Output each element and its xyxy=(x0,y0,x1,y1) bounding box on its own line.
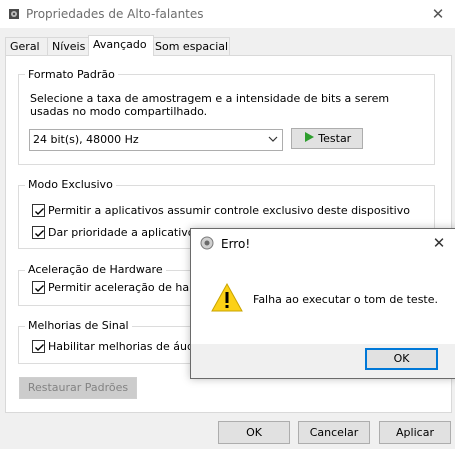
restore-defaults-button[interactable]: Restaurar Padrões xyxy=(19,377,137,399)
window-title: Propriedades de Alto-falantes xyxy=(26,7,204,21)
error-dialog-close-button[interactable]: ✕ xyxy=(427,231,451,255)
tab-geral[interactable]: Geral xyxy=(5,37,48,55)
tab-niveis[interactable]: Níveis xyxy=(47,37,93,55)
test-button-label: Testar xyxy=(318,132,352,145)
exclusive-mode-legend: Modo Exclusivo xyxy=(25,178,116,191)
play-icon xyxy=(303,130,315,149)
default-format-group xyxy=(18,74,435,165)
tab-label: Níveis xyxy=(52,40,86,53)
error-dialog-message-area: Falha ao executar o tom de teste. xyxy=(191,257,455,344)
tab-label: Avançado xyxy=(93,38,147,51)
error-dialog-ok-button[interactable]: OK xyxy=(365,348,438,370)
sample-rate-value: 24 bit(s), 48000 Hz xyxy=(33,133,139,146)
error-dialog-title-bar: Erro! ✕ xyxy=(191,229,455,257)
tab-label: Geral xyxy=(10,40,40,53)
error-dialog: Erro! ✕ Falha ao executar o tom de teste… xyxy=(190,228,455,379)
sample-rate-dropdown[interactable]: 24 bit(s), 48000 Hz xyxy=(29,129,283,151)
exclusive-priority-label: Dar prioridade a aplicativos xyxy=(48,226,201,239)
warning-icon xyxy=(210,282,244,313)
signal-enhancements-legend: Melhorias de Sinal xyxy=(25,319,132,332)
tab-label: Som espacial xyxy=(155,40,229,53)
title-bar: Propriedades de Alto-falantes ✕ xyxy=(0,0,455,28)
hardware-accel-legend: Aceleração de Hardware xyxy=(25,263,166,276)
tab-avancado[interactable]: Avançado xyxy=(88,35,154,56)
hardware-accel-checkbox[interactable] xyxy=(32,281,45,294)
signal-enhancements-label: Habilitar melhorias de áudio xyxy=(48,340,204,353)
tab-som-espacial[interactable]: Som espacial xyxy=(150,37,230,55)
chevron-down-icon xyxy=(266,131,280,147)
exclusive-priority-checkbox[interactable] xyxy=(32,226,45,239)
signal-enhancements-checkbox[interactable] xyxy=(32,340,45,353)
test-button[interactable]: Testar xyxy=(291,128,363,149)
apply-button[interactable]: Aplicar xyxy=(379,421,451,444)
ok-button[interactable]: OK xyxy=(218,421,290,444)
error-dialog-title: Erro! xyxy=(221,237,251,251)
exclusive-control-label: Permitir a aplicativos assumir controle … xyxy=(48,204,410,217)
default-format-legend: Formato Padrão xyxy=(25,68,118,81)
exclusive-control-checkbox[interactable] xyxy=(32,204,45,217)
default-format-description-line1: Selecione a taxa de amostragem e a inten… xyxy=(30,92,390,105)
hardware-accel-label: Permitir aceleração de hardw xyxy=(48,281,210,294)
error-dialog-message: Falha ao executar o tom de teste. xyxy=(253,293,439,306)
cancel-button[interactable]: Cancelar xyxy=(298,421,370,444)
speaker-round-icon xyxy=(200,236,214,250)
close-button[interactable]: ✕ xyxy=(426,2,450,26)
speaker-icon xyxy=(8,8,20,20)
default-format-description-line2: usadas no modo compartilhado. xyxy=(30,105,208,118)
